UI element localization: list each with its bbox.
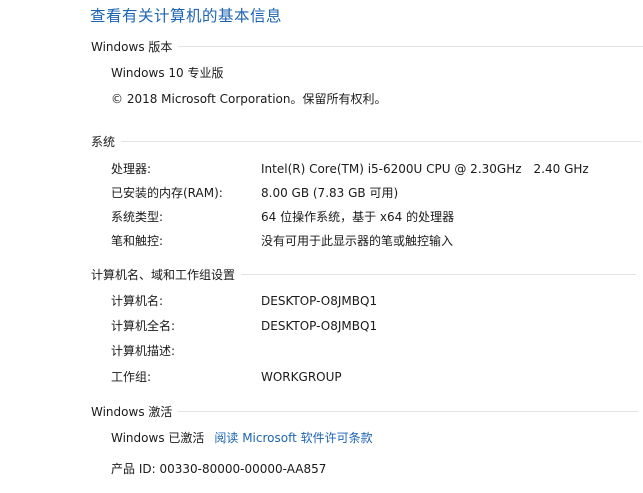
computer-name-value: DESKTOP-O8JMBQ1 (261, 294, 378, 308)
windows-edition-name: Windows 10 专业版 (111, 66, 224, 80)
section-header-label: Windows 版本 (91, 39, 173, 54)
system-type-label: 系统类型: (111, 210, 164, 224)
processor-label: 处理器: (111, 162, 152, 176)
page-title: 查看有关计算机的基本信息 (90, 7, 283, 25)
section-divider (241, 273, 637, 275)
section-header-label: Windows 激活 (91, 404, 173, 419)
section-divider (178, 410, 639, 412)
copyright-text: © 2018 Microsoft Corporation。保留所有权利。 (111, 92, 387, 106)
computer-description-label: 计算机描述: (111, 344, 176, 358)
section-system: 系统 (91, 133, 642, 149)
ram-value: 8.00 GB (7.83 GB 可用) (261, 186, 399, 200)
activation-row: Windows 已激活 阅读 Microsoft 软件许可条款 (111, 430, 373, 446)
section-divider (121, 140, 642, 142)
section-windows-edition: Windows 版本 (91, 38, 643, 54)
license-terms-link[interactable]: 阅读 Microsoft 软件许可条款 (214, 431, 372, 445)
product-id: 产品 ID: 00330-80000-00000-AA857 (111, 462, 327, 476)
processor-speed: 2.40 GHz (533, 162, 589, 176)
pen-touch-value: 没有可用于此显示器的笔或触控输入 (261, 234, 454, 248)
system-info-page: 查看有关计算机的基本信息 Windows 版本 Windows 10 专业版 ©… (0, 0, 643, 493)
ram-label: 已安装的内存(RAM): (111, 186, 223, 200)
full-computer-name-value: DESKTOP-O8JMBQ1 (261, 319, 378, 333)
workgroup-label: 工作组: (111, 370, 152, 384)
processor-model: Intel(R) Core(TM) i5-6200U CPU @ 2.30GHz (261, 162, 522, 176)
section-header-label: 计算机名、域和工作组设置 (91, 267, 236, 282)
computer-name-label: 计算机名: (111, 294, 164, 308)
pen-touch-label: 笔和触控: (111, 234, 164, 248)
section-computer-name: 计算机名、域和工作组设置 (91, 266, 637, 282)
activation-status: Windows 已激活 (111, 431, 205, 445)
full-computer-name-label: 计算机全名: (111, 319, 176, 333)
processor-value: Intel(R) Core(TM) i5-6200U CPU @ 2.30GHz… (261, 161, 589, 177)
section-divider (178, 45, 643, 47)
section-activation: Windows 激活 (91, 403, 639, 419)
workgroup-value: WORKGROUP (261, 370, 342, 384)
section-header-label: 系统 (91, 134, 116, 149)
system-type-value: 64 位操作系统，基于 x64 的处理器 (261, 210, 455, 224)
